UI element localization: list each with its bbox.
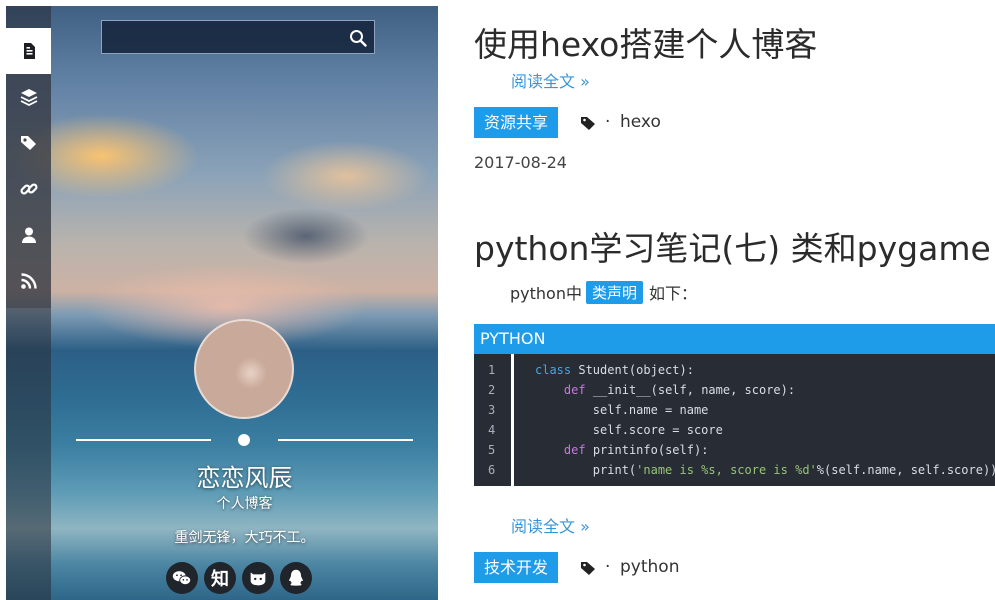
- nav-item-tags[interactable]: [6, 120, 51, 166]
- read-more-link[interactable]: 阅读全文 »: [511, 68, 590, 92]
- social-links: 知: [166, 562, 312, 594]
- post-title[interactable]: python学习笔记(七) 类和pygame: [474, 222, 991, 270]
- excerpt-text: python中: [510, 284, 582, 303]
- post-title[interactable]: 使用hexo搭建个人博客: [474, 18, 817, 66]
- rss-icon: [20, 273, 37, 289]
- document-icon: [23, 43, 35, 59]
- author-name: 恋恋风辰: [196, 464, 293, 492]
- post-tag[interactable]: python: [620, 557, 679, 577]
- search-icon[interactable]: [348, 28, 368, 48]
- search-box[interactable]: [101, 20, 375, 54]
- user-icon: [21, 227, 36, 243]
- read-more-link[interactable]: 阅读全文 »: [511, 513, 590, 537]
- avatar: [194, 319, 294, 419]
- zhihu-icon: 知: [211, 569, 229, 590]
- search-input[interactable]: [108, 25, 338, 49]
- tag-separator: ·: [605, 557, 611, 577]
- social-qq[interactable]: [280, 562, 312, 594]
- tags-icon: [20, 136, 36, 150]
- post-tag[interactable]: hexo: [620, 112, 661, 132]
- code-line: self.score = score: [535, 423, 723, 437]
- nav-item-about[interactable]: [6, 212, 51, 258]
- nav-item-rss[interactable]: [6, 258, 51, 304]
- post-excerpt: python中 类声明 如下：: [510, 280, 697, 304]
- social-wechat[interactable]: [166, 562, 198, 594]
- sidebar-nav: [6, 28, 51, 308]
- code-body: 1 2 3 4 5 6 class Student(object): def _…: [474, 354, 995, 486]
- qq-icon: [289, 569, 303, 586]
- line-number: 2: [488, 383, 496, 397]
- line-number: 5: [488, 443, 496, 457]
- github-icon: [250, 572, 266, 586]
- author-motto: 重剑无锋，大巧不工。: [174, 530, 315, 546]
- category-badge[interactable]: 资源共享: [474, 107, 559, 138]
- inline-code: 类声明: [585, 280, 643, 304]
- wechat-icon: [172, 571, 192, 586]
- author-subtitle: 个人博客: [216, 496, 273, 512]
- post-date: 2017-08-24: [474, 153, 567, 172]
- category-badge[interactable]: 技术开发: [474, 552, 559, 583]
- code-language-label: PYTHON: [474, 324, 995, 354]
- code-line: def printinfo(self):: [563, 443, 709, 457]
- divider-line-left: [76, 439, 211, 441]
- nav-item-articles[interactable]: [6, 28, 51, 74]
- code-line: class Student(object):: [535, 363, 694, 377]
- nav-item-categories[interactable]: [6, 74, 51, 120]
- code-line: self.name = name: [535, 403, 709, 417]
- divider-dot: [238, 434, 250, 446]
- excerpt-text: 如下：: [649, 284, 698, 303]
- post-list: 使用hexo搭建个人博客 阅读全文 » 资源共享 · hexo 2017-08-…: [474, 0, 995, 600]
- tag-icon: [581, 562, 595, 575]
- code-block: PYTHON 1 2 3 4 5 6 class Student(object)…: [474, 324, 995, 486]
- code-lines: class Student(object): def __init__(self…: [535, 354, 995, 477]
- line-number: 3: [488, 403, 496, 417]
- profile-divider: [76, 434, 413, 446]
- nav-item-links[interactable]: [6, 166, 51, 212]
- social-github[interactable]: [242, 562, 274, 594]
- code-line: print('name is %s, score is %d'%(self.na…: [535, 463, 995, 477]
- line-number: 6: [488, 463, 496, 477]
- code-gutter: 1 2 3 4 5 6: [474, 354, 514, 486]
- tag-icon: [581, 117, 595, 130]
- line-number: 4: [488, 423, 496, 437]
- sidebar-panel: 恋恋风辰 个人博客 重剑无锋，大巧不工。 知: [6, 6, 438, 600]
- link-icon: [19, 183, 38, 195]
- line-number: 1: [488, 363, 496, 377]
- layers-icon: [20, 89, 37, 107]
- divider-line-right: [278, 439, 413, 441]
- tag-separator: ·: [605, 112, 611, 132]
- code-line: def __init__(self, name, score):: [563, 383, 796, 397]
- social-zhihu[interactable]: 知: [204, 562, 236, 594]
